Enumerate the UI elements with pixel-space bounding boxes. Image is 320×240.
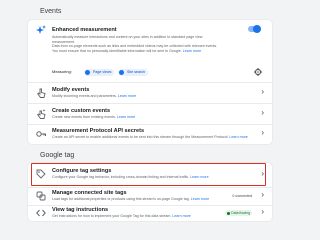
chevron-right-icon: ›: [261, 108, 264, 117]
chevron-right-icon: ›: [261, 128, 264, 137]
enhanced-measurement-desc-4: You must ensure that no personally-ident…: [52, 49, 201, 54]
manage-connected-site-tags-desc: Load tags for additional properties or p…: [52, 197, 209, 202]
divider: [28, 82, 272, 83]
mp-api-secrets-row[interactable]: Measurement Protocol API secrets Create …: [28, 126, 272, 144]
chip-page-views-label: Page views: [93, 69, 112, 74]
data-flowing-badge: Data flowing: [225, 210, 252, 216]
highlight-box: [31, 163, 266, 186]
site-search-icon: [119, 69, 124, 75]
events-section-title: Events: [40, 8, 62, 15]
connected-tags-icon: [36, 191, 46, 201]
create-custom-events-learn-more[interactable]: Learn more: [117, 115, 135, 119]
data-flowing-label: Data flowing: [231, 211, 250, 215]
enhanced-measurement-toggle[interactable]: [248, 25, 261, 33]
modify-events-row[interactable]: Modify events Modify incoming events and…: [28, 84, 272, 102]
chip-site-search: Site search: [118, 68, 148, 76]
modify-events-learn-more[interactable]: Learn more: [118, 94, 136, 98]
enhanced-measurement-row: Enhanced measurement Automatically measu…: [28, 20, 272, 78]
chevron-right-icon: ›: [261, 87, 264, 96]
view-tag-instructions-desc: Get instructions for how to implement yo…: [52, 214, 191, 219]
google-tag-section-title: Google tag: [40, 152, 75, 159]
create-custom-events-desc: Create new events from existing events. …: [52, 115, 135, 120]
modify-events-title: Modify events: [52, 87, 90, 93]
status-dot-icon: [226, 211, 230, 215]
manage-connected-site-tags-learn-more[interactable]: Learn more: [191, 197, 209, 201]
chevron-right-icon: ›: [261, 207, 264, 216]
modify-events-desc: Modify incoming events and parameters. L…: [52, 94, 136, 99]
view-tag-instructions-row[interactable]: View tag instructions Get instructions f…: [28, 206, 272, 221]
enhanced-measurement-desc-4-text: You must ensure that no personally-ident…: [52, 48, 182, 53]
page-views-icon: [85, 69, 90, 75]
manage-connected-site-tags-title: Manage connected site tags: [52, 190, 127, 196]
divider: [28, 103, 272, 104]
measuring-label: Measuring:: [52, 69, 72, 74]
view-tag-instructions-title: View tag instructions: [52, 207, 109, 213]
sparkle-touch-icon: [37, 109, 46, 119]
gear-icon[interactable]: [254, 68, 262, 76]
code-icon: [36, 209, 46, 217]
chip-page-views: Page views: [84, 68, 115, 76]
mp-api-secrets-desc: Create an API secret to enable additiona…: [52, 135, 248, 140]
key-icon: [36, 131, 46, 137]
sparkle-icon: [36, 25, 46, 34]
manage-connected-site-tags-row[interactable]: Manage connected site tags Load tags for…: [28, 188, 272, 205]
modify-events-desc-text: Modify incoming events and parameters.: [52, 94, 117, 98]
manage-connected-site-tags-desc-text: Load tags for additional properties or p…: [52, 197, 190, 201]
touch-icon: [37, 88, 46, 98]
create-custom-events-row[interactable]: Create custom events Create new events f…: [28, 105, 272, 123]
chevron-right-icon: ›: [261, 190, 264, 199]
mp-api-secrets-title: Measurement Protocol API secrets: [52, 128, 145, 134]
view-tag-instructions-desc-text: Get instructions for how to implement yo…: [52, 214, 172, 218]
mp-api-secrets-desc-text: Create an API secret to enable additiona…: [52, 135, 229, 139]
enhanced-measurement-title: Enhanced measurement: [52, 27, 117, 33]
connected-count: 0 connected: [232, 194, 252, 198]
enhanced-measurement-learn-more[interactable]: Learn more: [183, 49, 201, 53]
create-custom-events-title: Create custom events: [52, 108, 111, 114]
divider: [28, 124, 272, 125]
toggle-knob: [253, 25, 261, 33]
events-card: Enhanced measurement Automatically measu…: [28, 20, 272, 144]
chip-site-search-label: Site search: [127, 69, 145, 74]
create-custom-events-desc-text: Create new events from existing events.: [52, 115, 116, 119]
view-tag-instructions-learn-more[interactable]: Learn more: [172, 214, 190, 218]
mp-api-secrets-learn-more[interactable]: Learn more: [229, 135, 247, 139]
